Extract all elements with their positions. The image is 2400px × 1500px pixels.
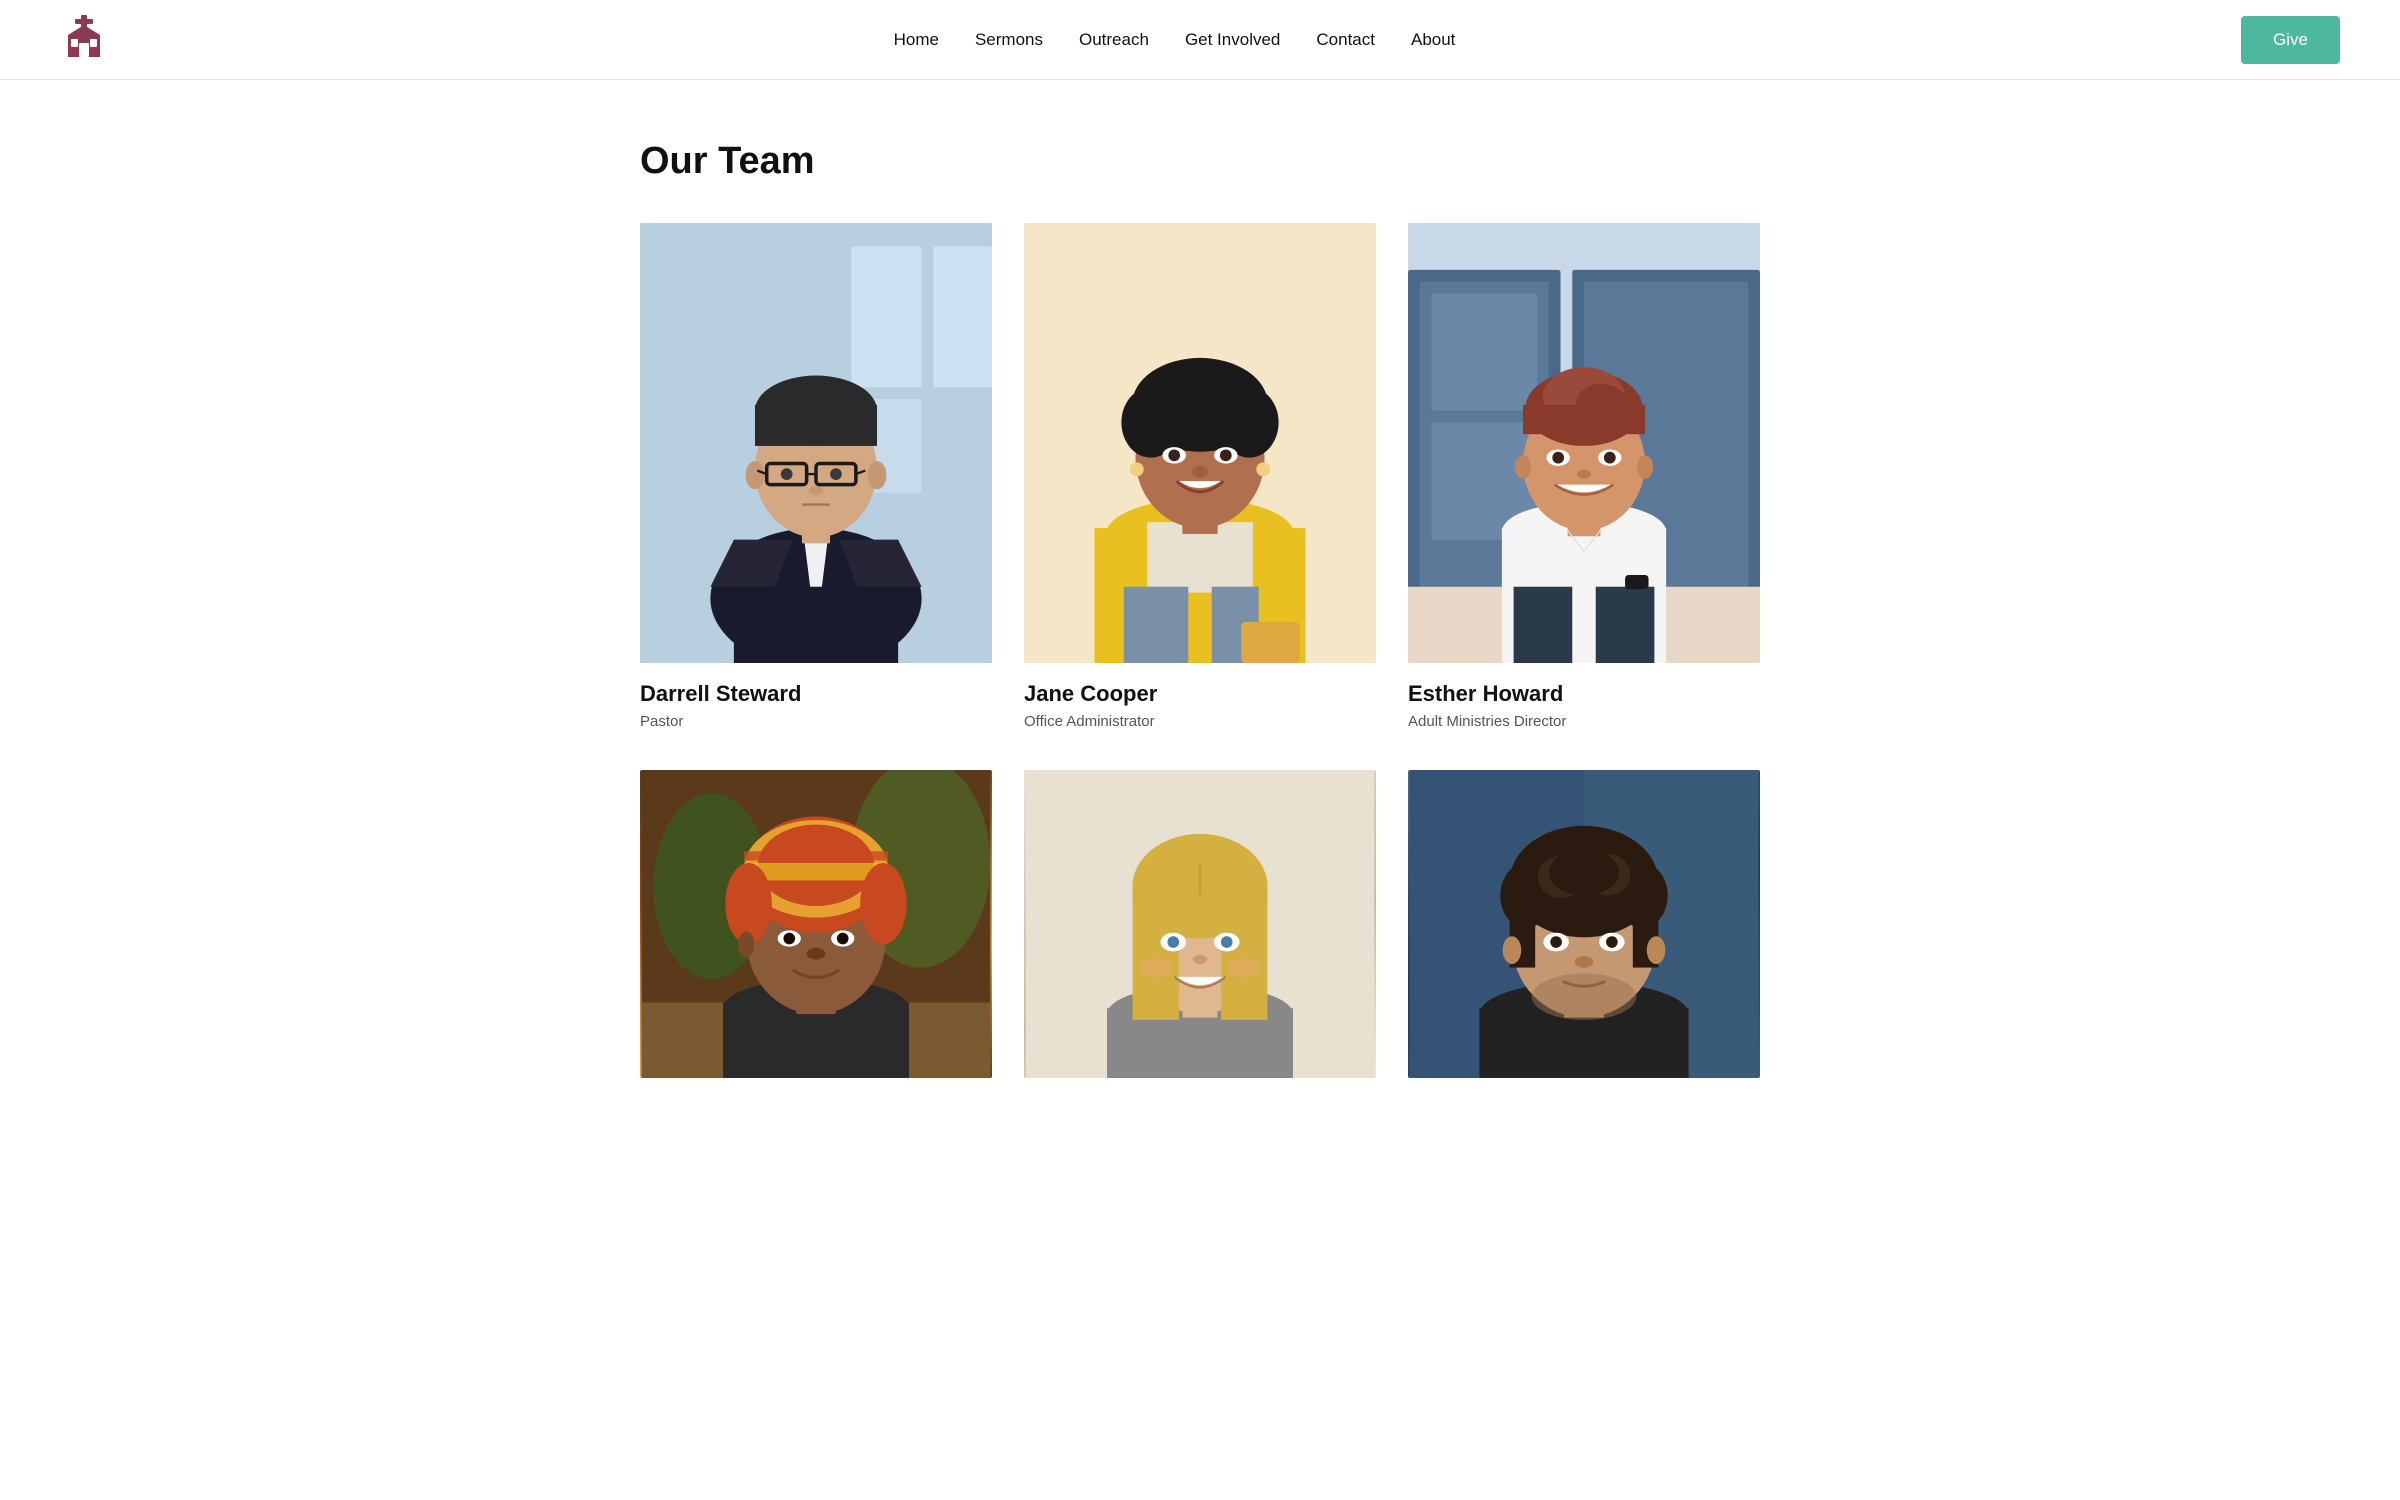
team-photo-6 [1408,770,1760,1078]
team-card-3: Esther Howard Adult Ministries Director [1408,223,1760,730]
main-nav: Home Sermons Outreach Get Involved Conta… [894,30,1456,50]
team-card-4 [640,770,992,1102]
team-grid: Darrell Steward Pastor [640,223,1760,1102]
team-role-1: Pastor [640,713,992,730]
logo[interactable] [60,13,108,66]
team-card-1: Darrell Steward Pastor [640,223,992,730]
nav-home[interactable]: Home [894,30,939,50]
nav-get-involved[interactable]: Get Involved [1185,30,1280,50]
section-title: Our Team [640,140,1760,183]
team-photo-4 [640,770,992,1078]
team-name-2: Jane Cooper [1024,681,1376,707]
team-photo-5 [1024,770,1376,1078]
team-card-6 [1408,770,1760,1102]
main-content: Our Team [600,80,1800,1182]
nav-contact[interactable]: Contact [1316,30,1375,50]
team-photo-2 [1024,223,1376,663]
nav-outreach[interactable]: Outreach [1079,30,1149,50]
team-card-5 [1024,770,1376,1102]
nav-sermons[interactable]: Sermons [975,30,1043,50]
team-role-3: Adult Ministries Director [1408,713,1760,730]
team-photo-3 [1408,223,1760,663]
team-name-3: Esther Howard [1408,681,1760,707]
church-logo-icon [60,13,108,66]
site-header: Home Sermons Outreach Get Involved Conta… [0,0,2400,80]
team-name-1: Darrell Steward [640,681,992,707]
team-card-2: Jane Cooper Office Administrator [1024,223,1376,730]
nav-about[interactable]: About [1411,30,1455,50]
team-photo-1 [640,223,992,663]
team-role-2: Office Administrator [1024,713,1376,730]
give-button[interactable]: Give [2241,16,2340,64]
